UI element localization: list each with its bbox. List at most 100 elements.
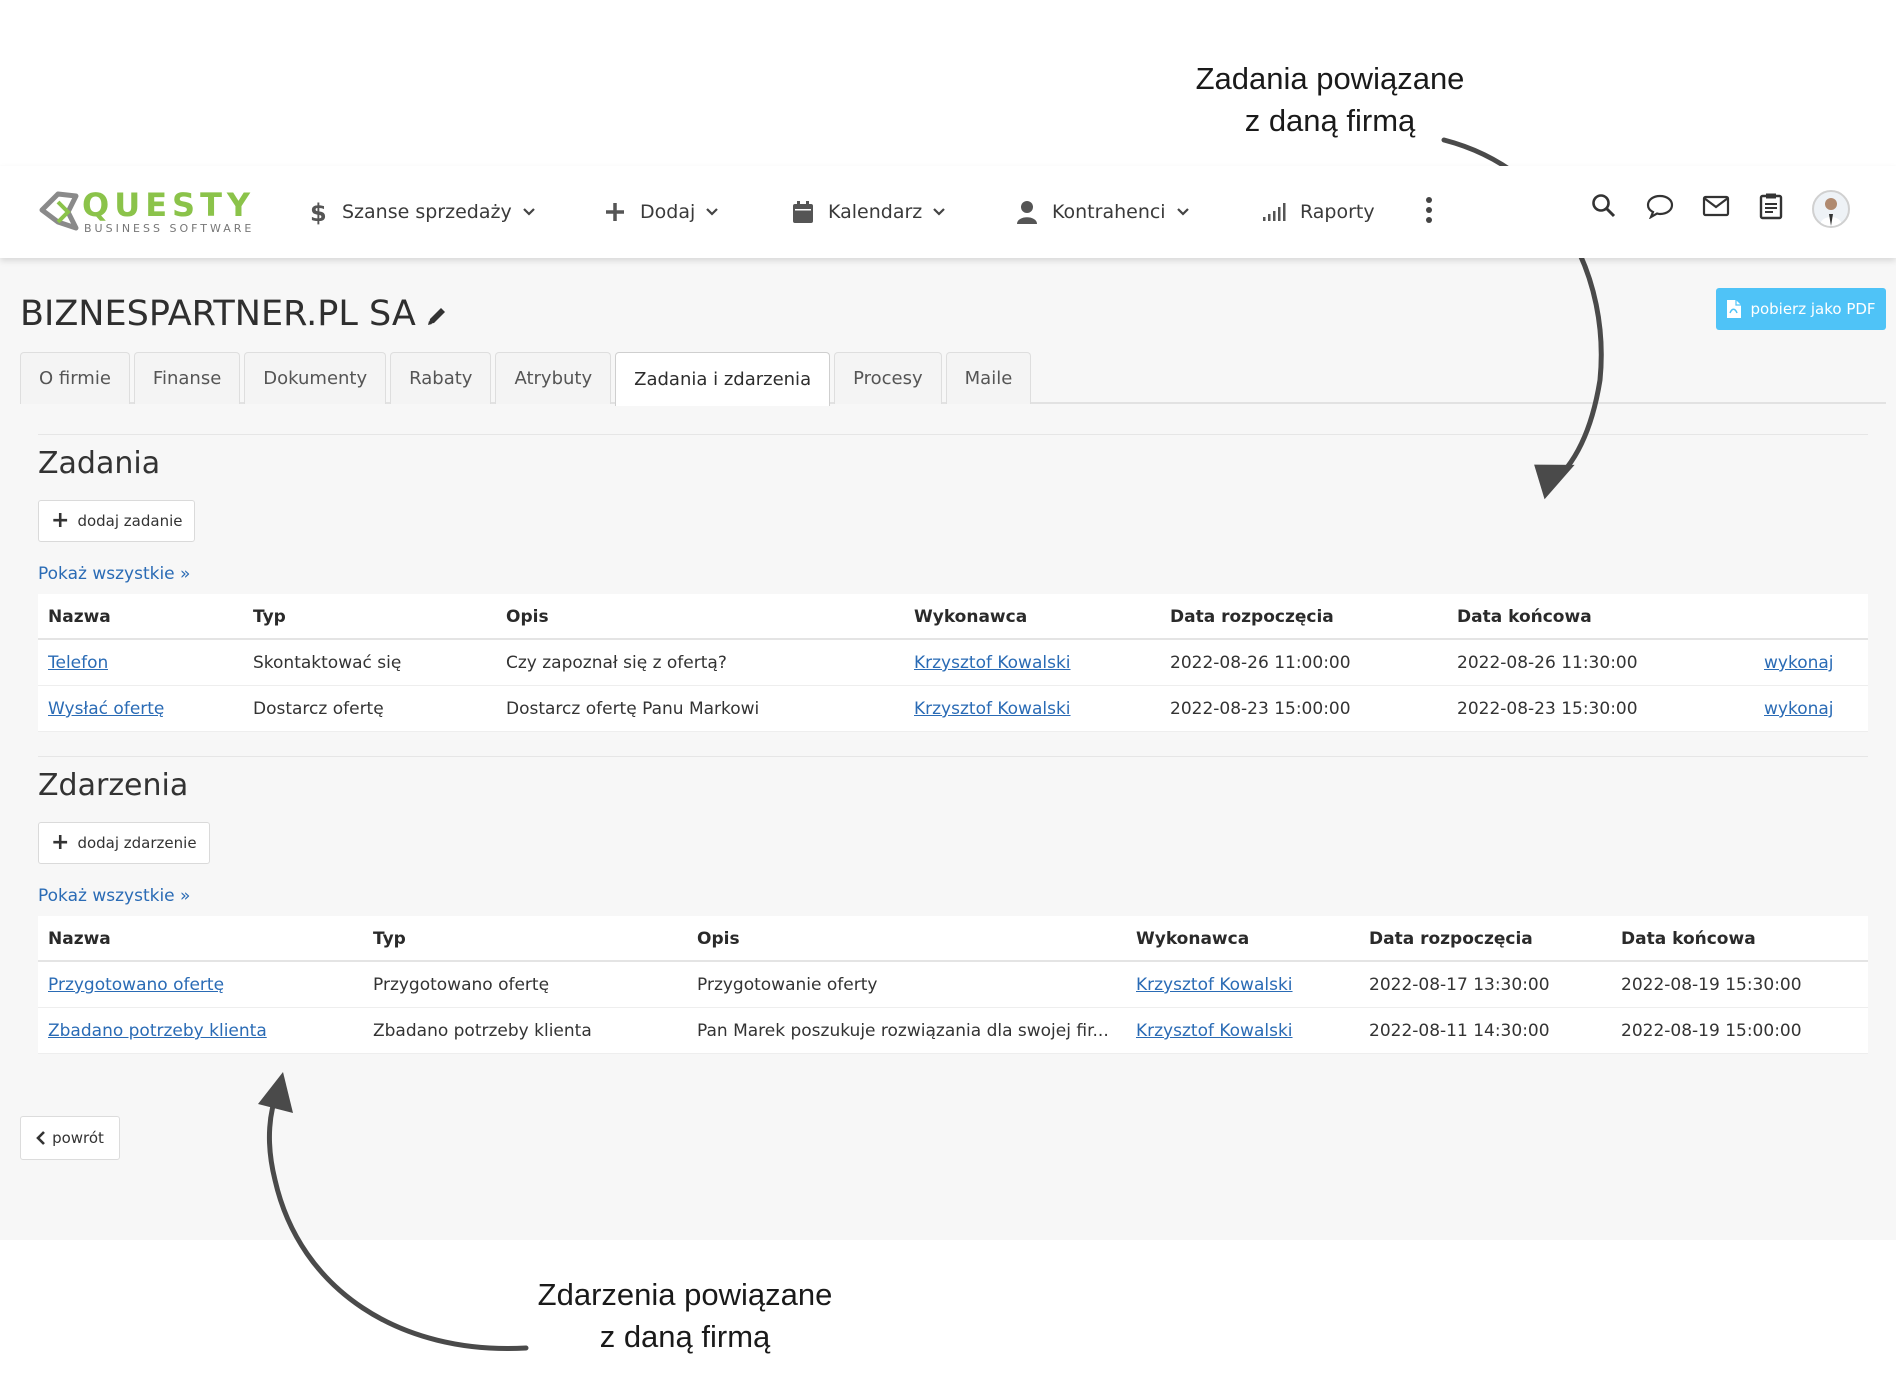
events-divider	[38, 756, 1868, 757]
logo-word: QUESTY	[82, 186, 256, 224]
nav-calendar[interactable]: Kalendarz	[792, 194, 946, 230]
add-event-button[interactable]: + dodaj zdarzenie	[38, 822, 210, 864]
annotation-tasks: Zadania powiązane z daną firmą	[1150, 58, 1510, 142]
chat-button[interactable]	[1644, 190, 1676, 222]
annotation-tasks-line2: z daną firmą	[1244, 103, 1416, 138]
company-page: BIZNESPARTNER.PL SA pobierz jako PDF O f…	[0, 258, 1896, 1240]
header-start-date[interactable]: Data rozpoczęcia	[1369, 916, 1533, 962]
events-heading: Zdarzenia	[38, 768, 189, 803]
task-name-link[interactable]: Telefon	[48, 640, 108, 686]
back-button[interactable]: powrót	[20, 1116, 120, 1160]
tab-about[interactable]: O firmie	[20, 352, 130, 404]
nav-label: Kalendarz	[828, 201, 923, 223]
mail-button[interactable]	[1700, 190, 1732, 222]
mail-icon	[1702, 195, 1730, 217]
nav-label: Szanse sprzedaży	[342, 201, 512, 223]
tab-discounts[interactable]: Rabaty	[390, 352, 492, 404]
chevron-down-icon	[705, 207, 719, 217]
event-start-date: 2022-08-11 14:30:00	[1369, 1021, 1550, 1041]
event-type: Zbadano potrzeby klienta	[373, 1021, 592, 1041]
plus-icon	[604, 201, 626, 223]
task-name-link[interactable]: Wysłać ofertę	[48, 686, 164, 732]
annotation-events-line2: z daną firmą	[599, 1319, 771, 1354]
add-task-label: dodaj zadanie	[77, 512, 183, 530]
header-name[interactable]: Nazwa	[48, 916, 111, 962]
header-name[interactable]: Nazwa	[48, 594, 111, 640]
company-tabs: O firmie Finanse Dokumenty Rabaty Atrybu…	[20, 352, 1035, 406]
event-executor-link[interactable]: Krzysztof Kowalski	[1136, 1008, 1293, 1054]
add-task-button[interactable]: + dodaj zadanie	[38, 500, 196, 542]
task-start-date: 2022-08-26 11:00:00	[1170, 653, 1351, 673]
more-vertical-icon	[1424, 196, 1434, 229]
nav-add[interactable]: Dodaj	[604, 194, 719, 230]
tab-finance[interactable]: Finanse	[133, 352, 241, 404]
event-name-link[interactable]: Zbadano potrzeby klienta	[48, 1008, 267, 1054]
events-show-all-link[interactable]: Pokaż wszystkie »	[38, 886, 190, 906]
header-description[interactable]: Opis	[697, 916, 740, 962]
pdf-file-icon	[1726, 299, 1742, 319]
header-description[interactable]: Opis	[506, 594, 549, 640]
search-button[interactable]	[1588, 190, 1620, 222]
plus-icon: +	[51, 830, 70, 855]
header-start-date[interactable]: Data rozpoczęcia	[1170, 594, 1334, 640]
tasks-show-all-link[interactable]: Pokaż wszystkie »	[38, 564, 190, 584]
table-row: Wysłać ofertę Dostarcz ofertę Dostarcz o…	[38, 686, 1868, 732]
annotation-events: Zdarzenia powiązane z daną firmą	[500, 1274, 870, 1358]
task-executor-link[interactable]: Krzysztof Kowalski	[914, 686, 1071, 732]
events-table: Nazwa Typ Opis Wykonawca Data rozpoczęci…	[38, 916, 1868, 1054]
more-menu-button[interactable]	[1424, 194, 1434, 230]
task-start-date: 2022-08-23 15:00:00	[1170, 699, 1351, 719]
questy-logo[interactable]: QUESTY BUSINESS SOFTWARE	[38, 186, 268, 236]
svg-text:$: $	[310, 199, 327, 225]
screenshot-root: Zadania powiązane z daną firmą QUESTY BU…	[0, 0, 1896, 1400]
tab-attributes[interactable]: Atrybuty	[495, 352, 612, 404]
header-executor[interactable]: Wykonawca	[914, 594, 1027, 640]
task-end-date: 2022-08-23 15:30:00	[1457, 699, 1638, 719]
table-row: Telefon Skontaktować się Czy zapoznał si…	[38, 640, 1868, 686]
chat-icon	[1646, 194, 1674, 219]
task-end-date: 2022-08-26 11:30:00	[1457, 653, 1638, 673]
task-execute-link[interactable]: wykonaj	[1764, 686, 1834, 732]
event-start-date: 2022-08-17 13:30:00	[1369, 975, 1550, 995]
clipboard-icon	[1759, 193, 1783, 220]
header-type[interactable]: Typ	[253, 594, 286, 640]
tasks-button[interactable]	[1755, 190, 1787, 222]
search-icon	[1592, 194, 1616, 218]
tab-documents[interactable]: Dokumenty	[244, 352, 387, 404]
pdf-button-label: pobierz jako PDF	[1750, 300, 1876, 318]
back-label: powrót	[52, 1129, 104, 1147]
event-description: Przygotowanie oferty	[697, 975, 878, 995]
event-name-link[interactable]: Przygotowano ofertę	[48, 962, 224, 1008]
tab-tasks-events[interactable]: Zadania i zdarzenia	[615, 352, 831, 406]
event-description: Pan Marek poszukuje rozwiązania dla swoj…	[697, 1021, 1109, 1041]
tab-mails[interactable]: Maile	[945, 352, 1032, 404]
user-avatar[interactable]	[1812, 190, 1850, 228]
header-end-date[interactable]: Data końcowa	[1621, 916, 1756, 962]
event-end-date: 2022-08-19 15:30:00	[1621, 975, 1802, 995]
page-title: BIZNESPARTNER.PL SA	[20, 294, 416, 334]
task-description: Dostarcz ofertę Panu Markowi	[506, 699, 760, 719]
nav-sales-opportunities[interactable]: $ Szanse sprzedaży	[308, 194, 536, 230]
task-execute-link[interactable]: wykonaj	[1764, 640, 1834, 686]
annotation-tasks-line1: Zadania powiązane	[1195, 61, 1465, 96]
tasks-heading: Zadania	[38, 446, 161, 481]
download-pdf-button[interactable]: pobierz jako PDF	[1716, 288, 1886, 330]
edit-title-button[interactable]	[425, 304, 449, 332]
avatar-icon	[1820, 198, 1842, 226]
header-type[interactable]: Typ	[373, 916, 406, 962]
event-executor-link[interactable]: Krzysztof Kowalski	[1136, 962, 1293, 1008]
header-end-date[interactable]: Data końcowa	[1457, 594, 1592, 640]
task-type: Dostarcz ofertę	[253, 699, 384, 719]
table-row: Zbadano potrzeby klienta Zbadano potrzeb…	[38, 1008, 1868, 1054]
task-description: Czy zapoznał się z ofertą?	[506, 653, 727, 673]
logo-subtitle: BUSINESS SOFTWARE	[84, 222, 255, 235]
nav-label: Raporty	[1300, 201, 1375, 223]
nav-contractors[interactable]: Kontrahenci	[1016, 194, 1190, 230]
add-event-label: dodaj zdarzenie	[77, 834, 197, 852]
header-executor[interactable]: Wykonawca	[1136, 916, 1249, 962]
nav-reports[interactable]: Raporty	[1262, 194, 1375, 230]
chevron-down-icon	[1176, 207, 1190, 217]
task-executor-link[interactable]: Krzysztof Kowalski	[914, 640, 1071, 686]
tab-processes[interactable]: Procesy	[834, 352, 942, 404]
signal-icon	[1262, 202, 1286, 222]
